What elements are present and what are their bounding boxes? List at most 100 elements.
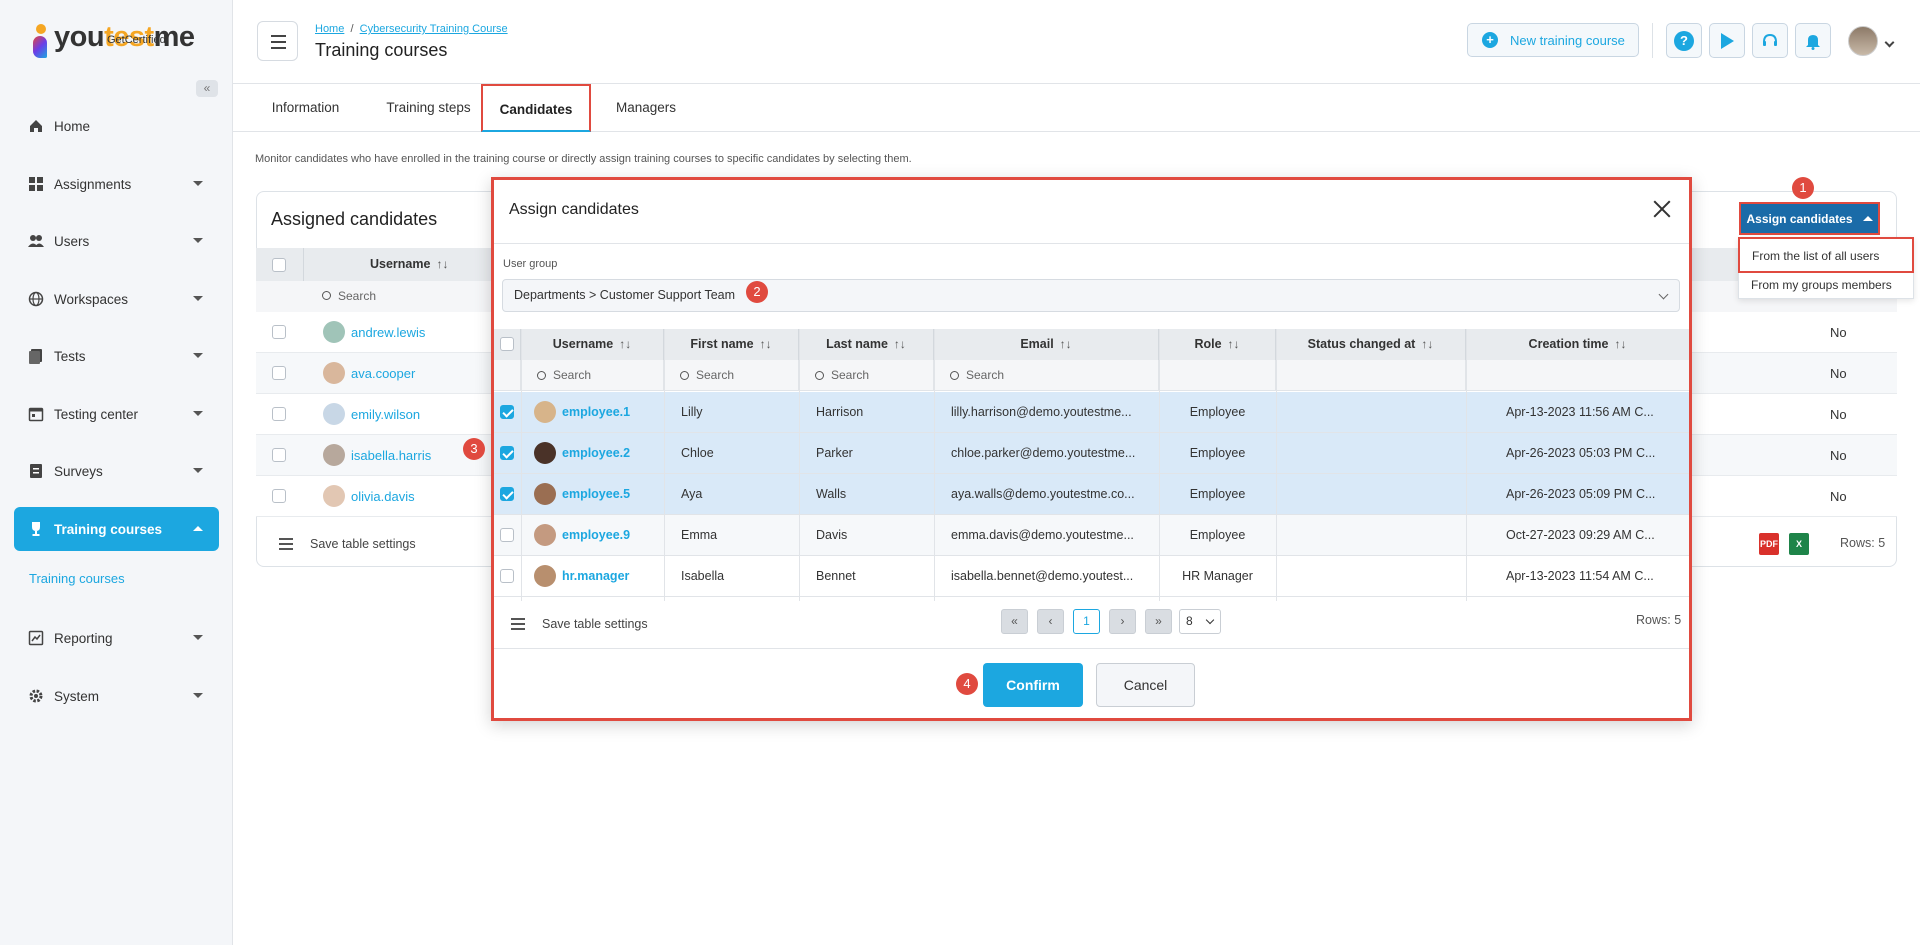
column-header-last-name[interactable]: Last name ↑↓ (799, 329, 934, 360)
table-row[interactable]: employee.2 Chloe Parker chloe.parker@dem… (494, 433, 1689, 474)
row-checkbox[interactable] (500, 528, 514, 542)
column-header-role[interactable]: Role ↑↓ (1159, 329, 1276, 360)
home-icon (30, 120, 42, 132)
sidebar-item-reporting[interactable]: Reporting (14, 616, 219, 660)
sidebar-item-surveys[interactable]: Surveys (14, 449, 219, 493)
column-header-email[interactable]: Email ↑↓ (934, 329, 1159, 360)
cancel-button[interactable]: Cancel (1096, 663, 1195, 707)
sort-icon[interactable]: ↑↓ (1228, 337, 1240, 351)
username-link[interactable]: olivia.davis (351, 489, 415, 504)
page-1-button[interactable]: 1 (1073, 609, 1100, 634)
row-checkbox[interactable] (500, 405, 514, 419)
sidebar-item-system[interactable]: System (14, 674, 219, 718)
column-header-username[interactable]: Username ↑↓ (370, 257, 448, 271)
username-link[interactable]: ava.cooper (351, 366, 415, 381)
row-checkbox[interactable] (272, 448, 286, 462)
username-link[interactable]: hr.manager (562, 556, 662, 597)
support-button[interactable] (1752, 23, 1788, 58)
table-row[interactable]: employee.1 Lilly Harrison lilly.harrison… (494, 392, 1689, 433)
breadcrumb-course-link[interactable]: Cybersecurity Training Course (360, 23, 508, 35)
tab-training-steps[interactable]: Training steps (376, 84, 481, 132)
row-checkbox[interactable] (500, 569, 514, 583)
sort-icon[interactable]: ↑↓ (760, 337, 772, 351)
sort-icon[interactable]: ↑↓ (1421, 337, 1433, 351)
header-divider (1652, 23, 1653, 58)
close-icon[interactable] (1651, 198, 1673, 220)
sidebar-item-label: Surveys (54, 463, 103, 479)
row-checkbox[interactable] (272, 489, 286, 503)
row-checkbox[interactable] (272, 407, 286, 421)
column-header-creation-time[interactable]: Creation time ↑↓ (1466, 329, 1689, 360)
table-row[interactable]: employee.9 Emma Davis emma.davis@demo.yo… (494, 515, 1689, 556)
username-link[interactable]: employee.1 (562, 392, 662, 433)
notifications-button[interactable] (1795, 23, 1831, 58)
sidebar-item-workspaces[interactable]: Workspaces (14, 277, 219, 321)
last-page-button[interactable]: » (1145, 609, 1172, 634)
excel-export-icon[interactable]: X (1789, 533, 1809, 555)
sort-icon[interactable]: ↑↓ (1060, 337, 1072, 351)
tab-candidates[interactable]: Candidates (481, 84, 591, 132)
first-name-search-input[interactable]: Search (664, 360, 799, 391)
user-avatar[interactable] (1848, 26, 1878, 56)
tab-information[interactable]: Information (263, 84, 348, 132)
table-cell: aya.walls@demo.youtestme.co... (951, 487, 1135, 501)
pdf-export-icon[interactable]: PDF (1759, 533, 1779, 555)
logo-tagline: GetCertified (107, 34, 166, 46)
select-all-checkbox[interactable] (272, 258, 286, 272)
row-checkbox[interactable] (500, 487, 514, 501)
play-button[interactable] (1709, 23, 1745, 58)
email-search-input[interactable]: Search (934, 360, 1159, 391)
row-checkbox[interactable] (272, 325, 286, 339)
sidebar-item-training-courses[interactable]: Training courses (14, 507, 219, 551)
username-search-input[interactable]: Search (521, 360, 664, 391)
first-page-button[interactable]: « (1001, 609, 1028, 634)
sidebar-item-users[interactable]: Users (14, 219, 219, 263)
search-placeholder: Search (831, 368, 870, 382)
username-link[interactable]: employee.5 (562, 474, 662, 515)
new-training-course-button[interactable]: + New training course (1467, 23, 1639, 57)
sort-icon[interactable]: ↑↓ (1614, 337, 1626, 351)
save-table-settings-button[interactable]: Save table settings (542, 617, 648, 631)
username-link[interactable]: isabella.harris (351, 448, 431, 463)
previous-page-button[interactable]: ‹ (1037, 609, 1064, 634)
confirm-button[interactable]: Confirm (983, 663, 1083, 707)
tab-managers[interactable]: Managers (604, 84, 688, 132)
sort-icon[interactable]: ↑↓ (436, 257, 448, 271)
username-link[interactable]: andrew.lewis (351, 325, 425, 340)
save-table-settings-button[interactable]: Save table settings (310, 537, 416, 551)
sidebar-item-testing-center[interactable]: Testing center (14, 392, 219, 436)
row-checkbox[interactable] (272, 366, 286, 380)
menu-toggle-button[interactable] (257, 21, 298, 61)
collapse-sidebar-button[interactable]: « (196, 80, 218, 97)
menu-item-group-members[interactable]: From my groups members (1751, 278, 1892, 292)
sidebar-item-home[interactable]: Home (14, 104, 219, 148)
help-button[interactable]: ? (1666, 23, 1702, 58)
breadcrumb-home-link[interactable]: Home (315, 23, 344, 35)
username-link[interactable]: emily.wilson (351, 407, 420, 422)
column-header-first-name[interactable]: First name ↑↓ (664, 329, 799, 360)
sidebar-item-tests[interactable]: Tests (14, 334, 219, 378)
page-size-select[interactable]: 8 (1179, 609, 1221, 634)
user-group-select[interactable]: Departments > Customer Support Team (502, 279, 1680, 312)
sidebar-item-assignments[interactable]: Assignments (14, 162, 219, 206)
sort-icon[interactable]: ↑↓ (619, 337, 631, 351)
table-row[interactable]: hr.manager Isabella Bennet isabella.benn… (494, 556, 1689, 597)
table-row[interactable]: employee.5 Aya Walls aya.walls@demo.yout… (494, 474, 1689, 515)
chevron-down-icon (193, 353, 203, 358)
username-link[interactable]: employee.9 (562, 515, 662, 556)
sort-icon[interactable]: ↑↓ (894, 337, 906, 351)
table-cell: chloe.parker@demo.youtestmе... (951, 446, 1136, 460)
sidebar-subitem-training-courses[interactable]: Training courses (29, 571, 125, 586)
assign-candidates-button[interactable]: Assign candidates (1739, 202, 1880, 235)
username-search-input[interactable]: Search (322, 289, 376, 303)
username-link[interactable]: employee.2 (562, 433, 662, 474)
next-page-button[interactable]: › (1109, 609, 1136, 634)
column-header-status-changed[interactable]: Status changed at ↑↓ (1276, 329, 1466, 360)
search-placeholder: Search (696, 368, 735, 382)
step-badge-3: 3 (463, 438, 485, 460)
last-name-search-input[interactable]: Search (799, 360, 934, 391)
column-header-username[interactable]: Username ↑↓ (521, 329, 664, 360)
row-checkbox[interactable] (500, 446, 514, 460)
chevron-down-icon[interactable] (1884, 37, 1895, 48)
select-all-checkbox[interactable] (500, 337, 514, 351)
